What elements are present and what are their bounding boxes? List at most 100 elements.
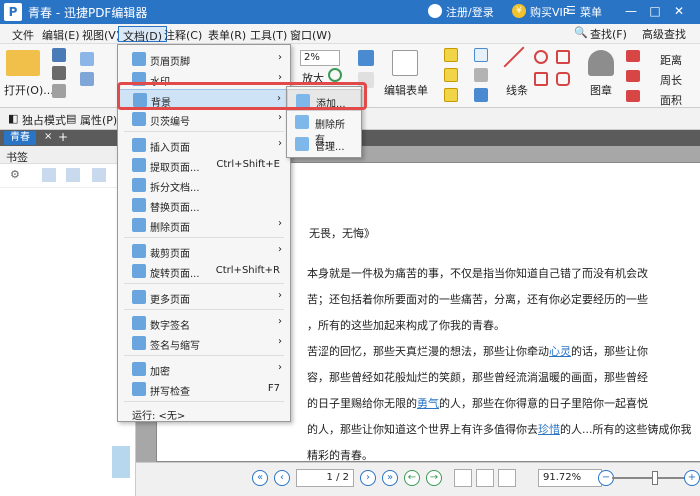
sound-icon[interactable] [474,88,488,102]
menu-item-label: 删除页面 [150,223,190,234]
rotate-icon[interactable] [328,68,342,82]
menu-item-bates-number[interactable]: 贝茨编号 › [118,109,290,129]
distance-tool[interactable]: 距离 [660,52,682,68]
eraser-icon[interactable] [626,50,640,62]
menu-item-split-document[interactable]: 拆分文档... [118,175,290,195]
submenu-label: 管理... [315,142,345,153]
menu-item-signature-initials[interactable]: 签名与缩写 › [118,333,290,353]
menu-window[interactable]: 窗口(W) [286,26,335,42]
next-page-icon[interactable]: › [360,470,376,486]
buy-vip-button[interactable]: 购买VIP [530,4,569,20]
page-number-input[interactable]: 1 / 2 [296,469,354,487]
save-icon[interactable] [52,48,66,62]
rectangle-icon[interactable] [534,72,548,86]
menu-item-crop-page[interactable]: 裁剪页面 › [118,241,290,261]
menu-item-insert-page[interactable]: 插入页面 › [118,135,290,155]
callout-icon[interactable] [444,88,458,102]
two-page-icon[interactable] [498,469,516,487]
bookmark-icon[interactable] [42,168,56,182]
menu-item-encrypt[interactable]: 加密 › [118,359,290,379]
attach-icon[interactable] [474,68,488,82]
menu-item-extract-page[interactable]: 提取页面... Ctrl+Shift+E [118,155,290,175]
zoom-select[interactable]: 91.72% [538,469,602,487]
submenu-manage[interactable]: 管理... [287,133,361,155]
menu-item-run[interactable]: 运行: <无> [118,403,290,423]
advanced-search-button[interactable]: 高级查找 [642,26,686,42]
standalone-icon[interactable]: ◧ [8,112,18,125]
menu-item-header-footer[interactable]: 页眉页脚 › [118,49,290,69]
page-icon[interactable] [52,84,66,98]
link-heart[interactable]: 心灵 [549,345,571,358]
menu-icon[interactable]: ☰ [566,4,576,17]
open-folder-icon[interactable] [6,50,40,76]
stamp-icon[interactable] [588,50,614,76]
email-icon[interactable] [80,52,94,66]
search-icon[interactable]: 🔍 [574,26,588,39]
area-tool[interactable]: 面积 [660,92,682,108]
single-page-icon[interactable] [454,469,472,487]
vip-coin-icon[interactable]: ¥ [512,4,526,18]
ellipse-icon[interactable] [534,50,548,64]
highlight-box [117,82,367,110]
menu-button[interactable]: 菜单 [580,4,602,20]
menu-item-digital-signature[interactable]: 数字签名 › [118,313,290,333]
submenu-delete-all[interactable]: 删除所有... [287,111,361,146]
back-icon[interactable]: ← [404,470,420,486]
find-button[interactable]: 查找(F) [590,26,627,42]
continuous-page-icon[interactable] [476,469,494,487]
link-cherish[interactable]: 珍惜 [538,423,560,436]
share-icon[interactable] [80,72,94,86]
gear-icon[interactable]: ⚙ [10,168,24,182]
menu-item-more-pages[interactable]: 更多页面 › [118,287,290,307]
standalone-mode-button[interactable]: 独占模式 [22,112,66,128]
menu-item-label: 加密 [150,367,170,378]
menu-tools[interactable]: 工具(T) [246,26,291,42]
menu-item-spell-check[interactable]: 拼写检查 F7 [118,379,290,399]
cloud-icon[interactable] [556,72,570,86]
highlighter-icon[interactable] [626,70,640,82]
doc-line-5: 容，那些曾经如花般灿烂的笑颜，那些曾经流淌温暖的画面，那些曾经 [307,371,648,384]
forward-icon[interactable]: → [426,470,442,486]
stamp-button[interactable]: 图章 [590,82,612,98]
menu-item-rotate-page[interactable]: 旋转页面... Ctrl+Shift+R [118,261,290,281]
zoom-in-icon[interactable]: + [684,470,700,486]
zoom-percent-input[interactable]: 2% [300,50,340,66]
add-text-icon[interactable] [358,50,374,66]
edit-form-button[interactable]: 编辑表单 [384,82,428,98]
login-link[interactable]: 注册/登录 [446,4,494,20]
line-tool-icon[interactable] [503,46,525,68]
open-button[interactable]: 打开(O)... [4,82,54,98]
last-page-icon[interactable]: » [382,470,398,486]
menu-file[interactable]: 文件 [8,26,38,42]
menu-item-delete-page[interactable]: 删除页面 › [118,215,290,235]
minimize-button[interactable]: — [624,4,638,18]
prev-page-icon[interactable]: ‹ [274,470,290,486]
maximize-button[interactable]: □ [648,4,662,18]
link-courage[interactable]: 勇气 [417,397,439,410]
first-page-icon[interactable]: « [252,470,268,486]
menu-comment[interactable]: 注释(C) [160,26,206,42]
doc-line-7-text: 的人，那些让你知道这个世界上有许多值得你去 [307,423,538,436]
menu-edit[interactable]: 编辑(E) [38,26,84,42]
pencil-icon[interactable] [626,90,640,102]
zoom-slider-knob[interactable] [652,471,658,485]
properties-icon[interactable]: ▤ [66,112,76,125]
tab-qingchun[interactable]: 青春 [4,131,36,145]
bookmark-expand-icon[interactable] [66,168,80,182]
pentagon-icon[interactable] [556,50,570,64]
add-tab-icon[interactable]: + [58,130,68,144]
bookmark-add-icon[interactable] [92,168,106,182]
submenu-arrow: › [278,138,282,149]
tab-close-icon[interactable]: × [44,131,52,142]
text-box-icon[interactable] [444,68,458,82]
close-button[interactable]: ✕ [672,4,686,18]
perimeter-tool[interactable]: 周长 [660,72,682,88]
menu-form[interactable]: 表单(R) [204,26,250,42]
line-button[interactable]: 线条 [506,82,528,98]
user-avatar-icon[interactable] [428,4,442,18]
print-icon[interactable] [52,66,66,80]
text-icon[interactable] [444,48,458,62]
edit-form-icon[interactable] [392,50,418,76]
note-icon[interactable] [474,48,488,62]
menu-item-replace-page[interactable]: 替换页面... [118,195,290,215]
